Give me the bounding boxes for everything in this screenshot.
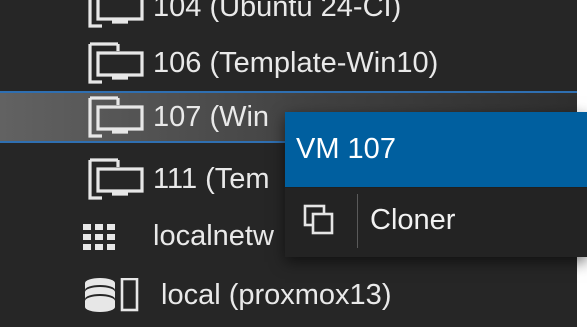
- context-menu-header: VM 107: [285, 112, 587, 187]
- tree-row-label: local (proxmox13): [161, 279, 392, 311]
- tree-row-104[interactable]: 104 (Ubuntu 24-CI): [0, 0, 577, 33]
- tree-row-label: 111 (Tem: [153, 163, 270, 195]
- clone-menu-label: Cloner: [370, 204, 456, 236]
- tree-row-label: 106 (Template-Win10): [153, 47, 439, 79]
- vm-template-icon: [88, 96, 144, 138]
- vm-template-icon: [88, 0, 144, 28]
- clone-menu-item[interactable]: Cloner: [285, 188, 587, 257]
- tree-row-label: localnetw: [153, 220, 274, 252]
- vm-template-icon: [88, 158, 144, 200]
- tree-row-local-storage[interactable]: local (proxmox13): [0, 269, 577, 321]
- screenshot: 104 (Ubuntu 24-CI) 106 (Template-Win10) …: [0, 0, 587, 333]
- tree-row-label: 104 (Ubuntu 24-CI): [153, 0, 402, 23]
- tree-row-106[interactable]: 106 (Template-Win10): [0, 37, 577, 89]
- vm-context-menu: VM 107 Cloner: [285, 112, 587, 257]
- storage-database-icon: [85, 278, 139, 312]
- clone-icon: [303, 204, 334, 235]
- network-grid-icon: [83, 224, 115, 250]
- tree-row-label: 107 (Win: [153, 101, 270, 133]
- vm-template-icon: [88, 42, 144, 84]
- menu-icon-separator: [357, 194, 358, 248]
- context-menu-title: VM 107: [296, 133, 396, 165]
